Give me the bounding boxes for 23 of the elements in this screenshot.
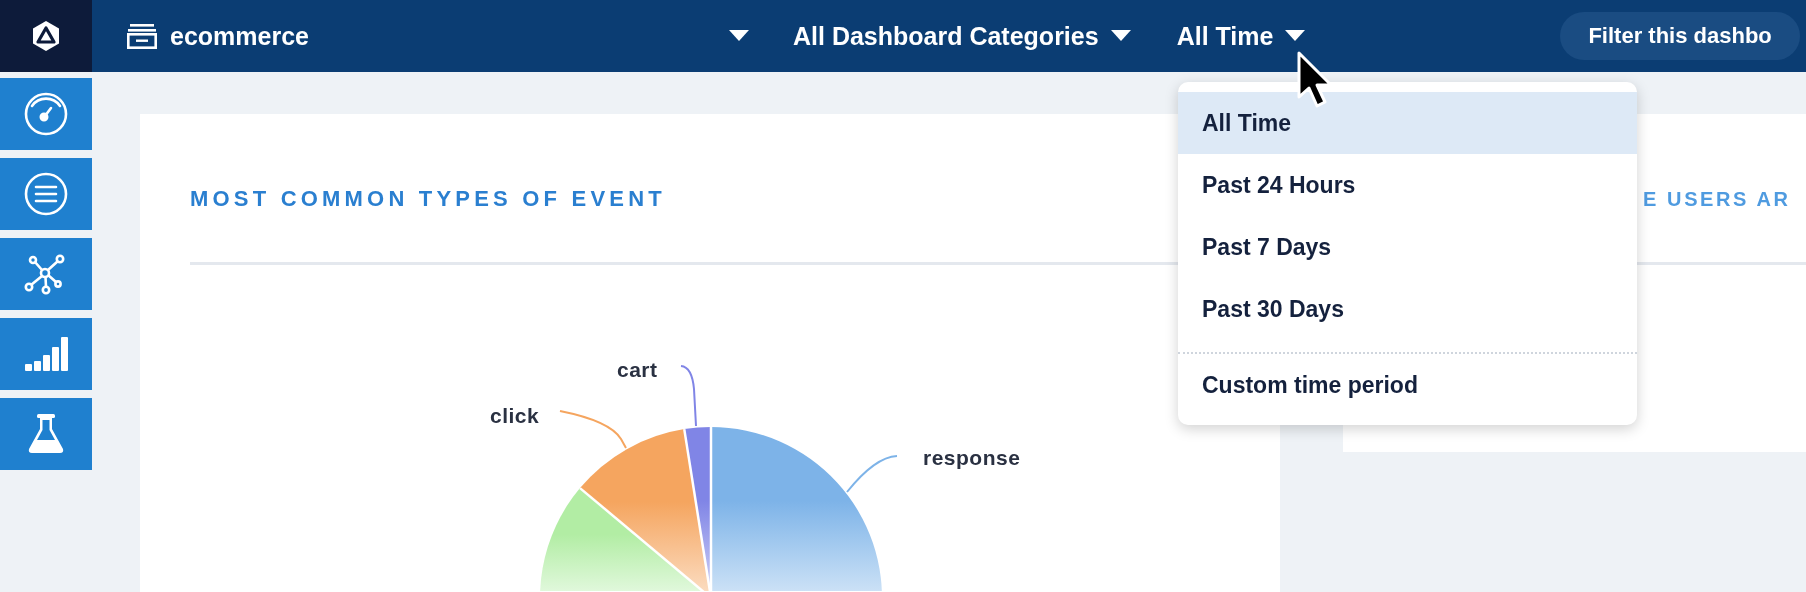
menu-item[interactable]: Custom time period [1178, 354, 1637, 416]
card-title: E USERS AR [1643, 187, 1791, 212]
slice-label: click [490, 404, 540, 427]
dashboard-stack-icon [127, 23, 157, 49]
menu-item[interactable]: Past 7 Days [1178, 216, 1637, 278]
categories-dropdown[interactable]: All Dashboard Categories [793, 21, 1131, 51]
card-title: MOST COMMON TYPES OF EVENT [190, 186, 666, 213]
caret-icon [1110, 30, 1131, 42]
slice-label: response [923, 446, 1021, 469]
network-icon[interactable] [0, 238, 92, 310]
slice-label: cart [617, 358, 658, 381]
signal-bars-icon[interactable] [0, 318, 92, 390]
menu-item[interactable]: Past 30 Days [1178, 278, 1637, 340]
menu-item[interactable]: All Time [1178, 92, 1637, 154]
filter-button[interactable]: Filter this dashbo [1560, 12, 1800, 60]
gauge-icon[interactable] [0, 78, 92, 150]
dashboard-name[interactable]: ecommerce [170, 21, 309, 51]
time-range-dropdown[interactable]: All Time [1176, 21, 1306, 51]
caret-icon [1285, 30, 1306, 42]
app-logo-icon[interactable] [0, 0, 92, 72]
list-icon[interactable] [0, 158, 92, 230]
flask-icon[interactable] [0, 398, 92, 470]
menu-item[interactable]: Past 24 Hours [1178, 154, 1637, 216]
